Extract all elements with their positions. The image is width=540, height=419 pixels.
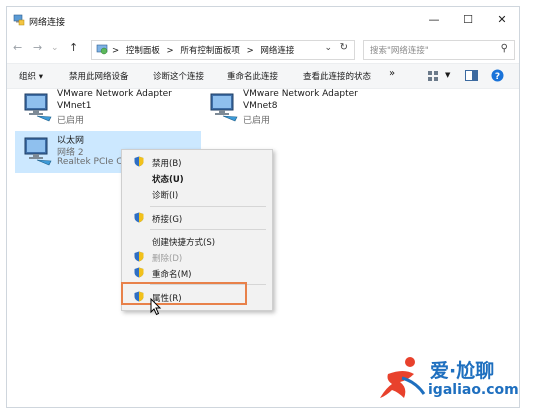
- breadcrumb-separator: >: [166, 46, 174, 56]
- address-bar-row: ← → ⌄ ↑ > 控制面板 > 所有控制面板项 > 网络连接 ⌄ ↻ 搜索"网…: [7, 37, 519, 61]
- breadcrumb-separator: >: [112, 46, 120, 56]
- menu-item-create-shortcut[interactable]: 创建快捷方式(S): [122, 233, 272, 249]
- search-box[interactable]: 搜索"网络连接" ⚲: [363, 40, 515, 60]
- uac-shield-icon: [134, 267, 144, 278]
- view-status-button[interactable]: 查看此连接的状态: [303, 70, 371, 82]
- back-button[interactable]: ←: [13, 41, 22, 54]
- adapter-vmnet8[interactable]: VMware Network Adapter VMnet8 已启用: [201, 87, 381, 127]
- menu-separator: [150, 229, 266, 230]
- command-bar: 组织 ▾ 禁用此网络设备 诊断这个连接 重命名此连接 查看此连接的状态 » ▼ …: [7, 63, 519, 89]
- address-dropdown-button[interactable]: ⌄: [324, 43, 332, 53]
- close-button[interactable]: ✕: [485, 9, 519, 31]
- menu-item-rename[interactable]: 重命名(M): [122, 265, 272, 281]
- svg-text:?: ?: [495, 72, 500, 82]
- title-bar: 网络连接 — ☐ ✕: [7, 7, 519, 35]
- up-button[interactable]: ↑: [69, 41, 78, 54]
- menu-item-delete: 删除(D): [122, 249, 272, 265]
- menu-item-status[interactable]: 状态(U): [122, 170, 272, 186]
- view-dropdown-icon[interactable]: ▼: [445, 71, 450, 79]
- adapter-device: VMnet8: [243, 101, 278, 111]
- minimize-button[interactable]: —: [417, 9, 451, 31]
- recent-locations-icon[interactable]: ⌄: [51, 43, 59, 53]
- breadcrumb-separator: >: [246, 46, 254, 56]
- igaliao-logo: 爱·尬聊 igaliao.com: [378, 352, 538, 412]
- organize-button[interactable]: 组织 ▾: [19, 70, 43, 82]
- network-adapter-icon: [210, 93, 238, 122]
- network-connections-window: 网络连接 — ☐ ✕ ← → ⌄ ↑ > 控制面板 > 所有控制面板项 > 网络…: [6, 6, 520, 408]
- watermark-domain: igaliao.com: [428, 382, 519, 398]
- adapter-device: VMnet1: [57, 101, 92, 111]
- adapter-vmnet1[interactable]: VMware Network Adapter VMnet1 已启用: [15, 87, 195, 127]
- maximize-button[interactable]: ☐: [451, 9, 485, 31]
- adapter-name: VMware Network Adapter: [57, 89, 172, 99]
- network-adapter-icon: [24, 137, 52, 166]
- preview-pane-icon[interactable]: [465, 70, 478, 81]
- breadcrumb-all-items[interactable]: 所有控制面板项: [180, 46, 240, 56]
- menu-item-diagnose[interactable]: 诊断(I): [122, 186, 272, 202]
- control-panel-icon: [96, 44, 108, 55]
- adapter-status: 已启用: [57, 116, 85, 126]
- adapter-device: Realtek PCIe C: [57, 157, 123, 167]
- breadcrumb-control-panel[interactable]: 控制面板: [126, 46, 160, 56]
- breadcrumb: > 控制面板 > 所有控制面板项 > 网络连接: [112, 44, 298, 56]
- search-input[interactable]: 搜索"网络连接": [370, 44, 429, 56]
- properties-highlight-box: [121, 282, 247, 305]
- network-adapter-icon: [24, 93, 52, 122]
- search-icon[interactable]: ⚲: [501, 43, 508, 54]
- uac-shield-icon: [134, 212, 144, 223]
- breadcrumb-network-connections[interactable]: 网络连接: [260, 46, 294, 56]
- mouse-cursor-icon: [150, 298, 162, 316]
- help-icon[interactable]: ?: [491, 69, 504, 82]
- more-commands-button[interactable]: »: [389, 68, 395, 79]
- running-figure-icon: [380, 357, 426, 398]
- menu-separator: [150, 206, 266, 207]
- rename-button[interactable]: 重命名此连接: [227, 70, 278, 82]
- menu-item-disable[interactable]: 禁用(B): [122, 154, 272, 170]
- forward-button[interactable]: →: [33, 41, 42, 54]
- change-view-icon[interactable]: [427, 70, 439, 82]
- uac-shield-icon: [134, 251, 144, 262]
- window-title: 网络连接: [29, 18, 66, 28]
- refresh-button[interactable]: ↻: [340, 42, 348, 53]
- menu-item-bridge[interactable]: 桥接(G): [122, 210, 272, 226]
- watermark-chinese: 爱·尬聊: [430, 360, 495, 382]
- address-field[interactable]: > 控制面板 > 所有控制面板项 > 网络连接 ⌄ ↻: [91, 40, 355, 60]
- adapter-name: VMware Network Adapter: [243, 89, 358, 99]
- network-connections-icon: [13, 14, 25, 26]
- uac-shield-icon: [134, 156, 144, 167]
- adapter-status: 已启用: [243, 116, 271, 126]
- disable-device-button[interactable]: 禁用此网络设备: [69, 70, 129, 82]
- diagnose-button[interactable]: 诊断这个连接: [153, 70, 204, 82]
